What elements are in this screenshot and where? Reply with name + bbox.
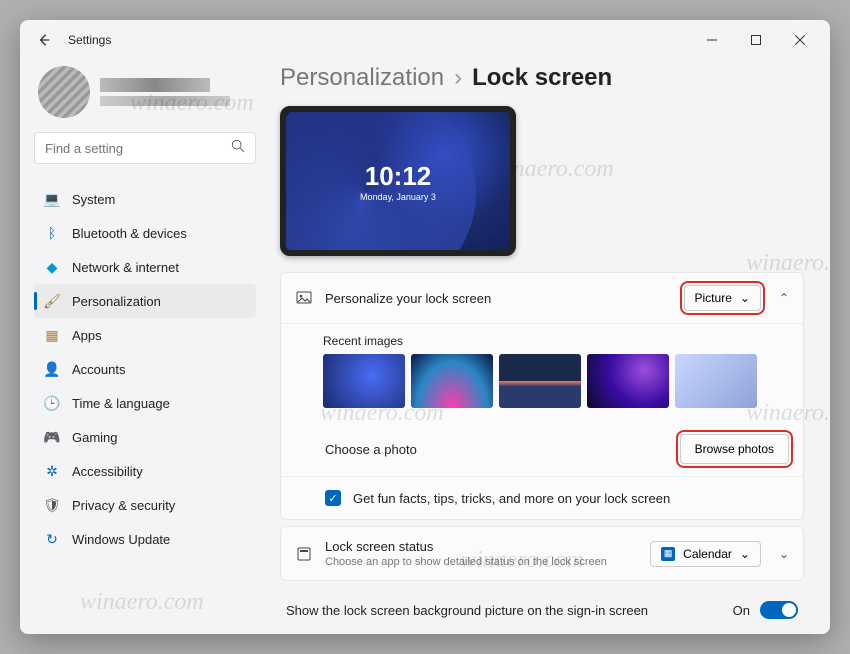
nav-icon: ↻	[44, 531, 60, 547]
breadcrumb-parent[interactable]: Personalization	[280, 64, 444, 92]
sidebar-item-bluetooth-devices[interactable]: ᛒ Bluetooth & devices	[34, 216, 256, 250]
browse-photos-button[interactable]: Browse photos	[680, 434, 789, 464]
nav-icon: 🛡	[44, 497, 60, 513]
calendar-icon: ▦	[661, 547, 675, 561]
nav-icon: 👤	[44, 361, 60, 377]
sidebar-item-privacy-security[interactable]: 🛡 Privacy & security	[34, 488, 256, 522]
chevron-right-icon: ›	[454, 64, 462, 92]
nav-label: Windows Update	[72, 532, 170, 547]
nav-label: Bluetooth & devices	[72, 226, 187, 241]
recent-images-label: Recent images	[281, 324, 803, 350]
signin-toggle[interactable]	[760, 601, 798, 619]
status-app-value: Calendar	[683, 547, 732, 561]
status-icon	[295, 545, 313, 563]
window-title: Settings	[68, 33, 111, 47]
search-icon	[231, 139, 245, 158]
sidebar-item-system[interactable]: 💻 System	[34, 182, 256, 216]
nav-label: Network & internet	[72, 260, 179, 275]
thumbnail-2[interactable]	[411, 354, 493, 408]
nav-label: Accessibility	[72, 464, 143, 479]
avatar	[38, 66, 90, 118]
toggle-state: On	[733, 603, 750, 618]
maximize-icon	[751, 35, 761, 45]
nav-icon: 🖌	[44, 293, 60, 309]
choose-photo-label: Choose a photo	[325, 442, 668, 457]
user-block[interactable]	[34, 60, 256, 132]
nav-icon: ▦	[44, 327, 60, 343]
signin-row: Show the lock screen background picture …	[280, 587, 804, 633]
search-input[interactable]	[45, 141, 231, 156]
thumbnail-1[interactable]	[323, 354, 405, 408]
breadcrumb: Personalization › Lock screen	[280, 64, 804, 92]
status-title: Lock screen status Choose an app to show…	[325, 539, 638, 568]
sidebar-item-network-internet[interactable]: ◆ Network & internet	[34, 250, 256, 284]
close-icon	[795, 35, 805, 45]
lockscreen-preview: 10:12 Monday, January 3	[280, 106, 516, 256]
sidebar-item-accounts[interactable]: 👤 Accounts	[34, 352, 256, 386]
sidebar: 💻 System ᛒ Bluetooth & devices ◆ Network & in…	[20, 60, 270, 634]
personalize-card: Personalize your lock screen Picture ⌄ ⌃…	[280, 272, 804, 520]
sidebar-item-windows-update[interactable]: ↻ Windows Update	[34, 522, 256, 556]
status-app-dropdown[interactable]: ▦ Calendar ⌄	[650, 541, 761, 567]
nav-icon: ✲	[44, 463, 60, 479]
status-subtitle: Choose an app to show detailed status on…	[325, 556, 638, 568]
status-card: Lock screen status Choose an app to show…	[280, 526, 804, 581]
dropdown-value: Picture	[695, 291, 732, 305]
minimize-button[interactable]	[690, 24, 734, 56]
chevron-down-icon: ⌄	[740, 291, 750, 305]
nav-icon: 🎮	[44, 429, 60, 445]
nav-label: Accounts	[72, 362, 125, 377]
thumbnail-5[interactable]	[675, 354, 757, 408]
nav-list: 💻 System ᛒ Bluetooth & devices ◆ Network & in…	[34, 182, 256, 556]
user-email	[100, 96, 230, 106]
user-name	[100, 78, 210, 92]
nav-icon: 💻	[44, 191, 60, 207]
sidebar-item-gaming[interactable]: 🎮 Gaming	[34, 420, 256, 454]
thumbnail-4[interactable]	[587, 354, 669, 408]
personalize-title: Personalize your lock screen	[325, 291, 672, 306]
sidebar-item-personalization[interactable]: 🖌 Personalization	[34, 284, 256, 318]
main-panel: Personalization › Lock screen 10:12 Mond…	[270, 60, 830, 634]
search-box[interactable]	[34, 132, 256, 164]
close-button[interactable]	[778, 24, 822, 56]
breadcrumb-current: Lock screen	[472, 64, 612, 92]
lockscreen-type-dropdown[interactable]: Picture ⌄	[684, 285, 761, 311]
funfacts-label: Get fun facts, tips, tricks, and more on…	[353, 491, 789, 506]
nav-label: Apps	[72, 328, 102, 343]
sidebar-item-accessibility[interactable]: ✲ Accessibility	[34, 454, 256, 488]
maximize-button[interactable]	[734, 24, 778, 56]
minimize-icon	[707, 35, 717, 45]
preview-date: Monday, January 3	[360, 192, 436, 202]
nav-icon: ◆	[44, 259, 60, 275]
nav-icon: 🕒	[44, 395, 60, 411]
nav-label: Time & language	[72, 396, 170, 411]
nav-label: Personalization	[72, 294, 161, 309]
nav-label: System	[72, 192, 115, 207]
sidebar-item-time-language[interactable]: 🕒 Time & language	[34, 386, 256, 420]
settings-window: winaero.com winaero.com winaero.com wina…	[20, 20, 830, 634]
nav-label: Gaming	[72, 430, 118, 445]
funfacts-checkbox[interactable]: ✓	[325, 490, 341, 506]
signin-label: Show the lock screen background picture …	[286, 603, 733, 618]
back-button[interactable]	[28, 24, 60, 56]
preview-time: 10:12	[365, 161, 432, 192]
recent-images	[281, 350, 803, 422]
picture-icon	[295, 289, 313, 307]
arrow-left-icon	[37, 33, 51, 47]
sidebar-item-apps[interactable]: ▦ Apps	[34, 318, 256, 352]
chevron-down-icon: ⌄	[740, 547, 750, 561]
expand-toggle[interactable]: ⌃	[779, 291, 789, 305]
nav-icon: ᛒ	[44, 225, 60, 241]
nav-label: Privacy & security	[72, 498, 175, 513]
expand-toggle[interactable]: ⌄	[779, 547, 789, 561]
thumbnail-3[interactable]	[499, 354, 581, 408]
titlebar: Settings	[20, 20, 830, 60]
